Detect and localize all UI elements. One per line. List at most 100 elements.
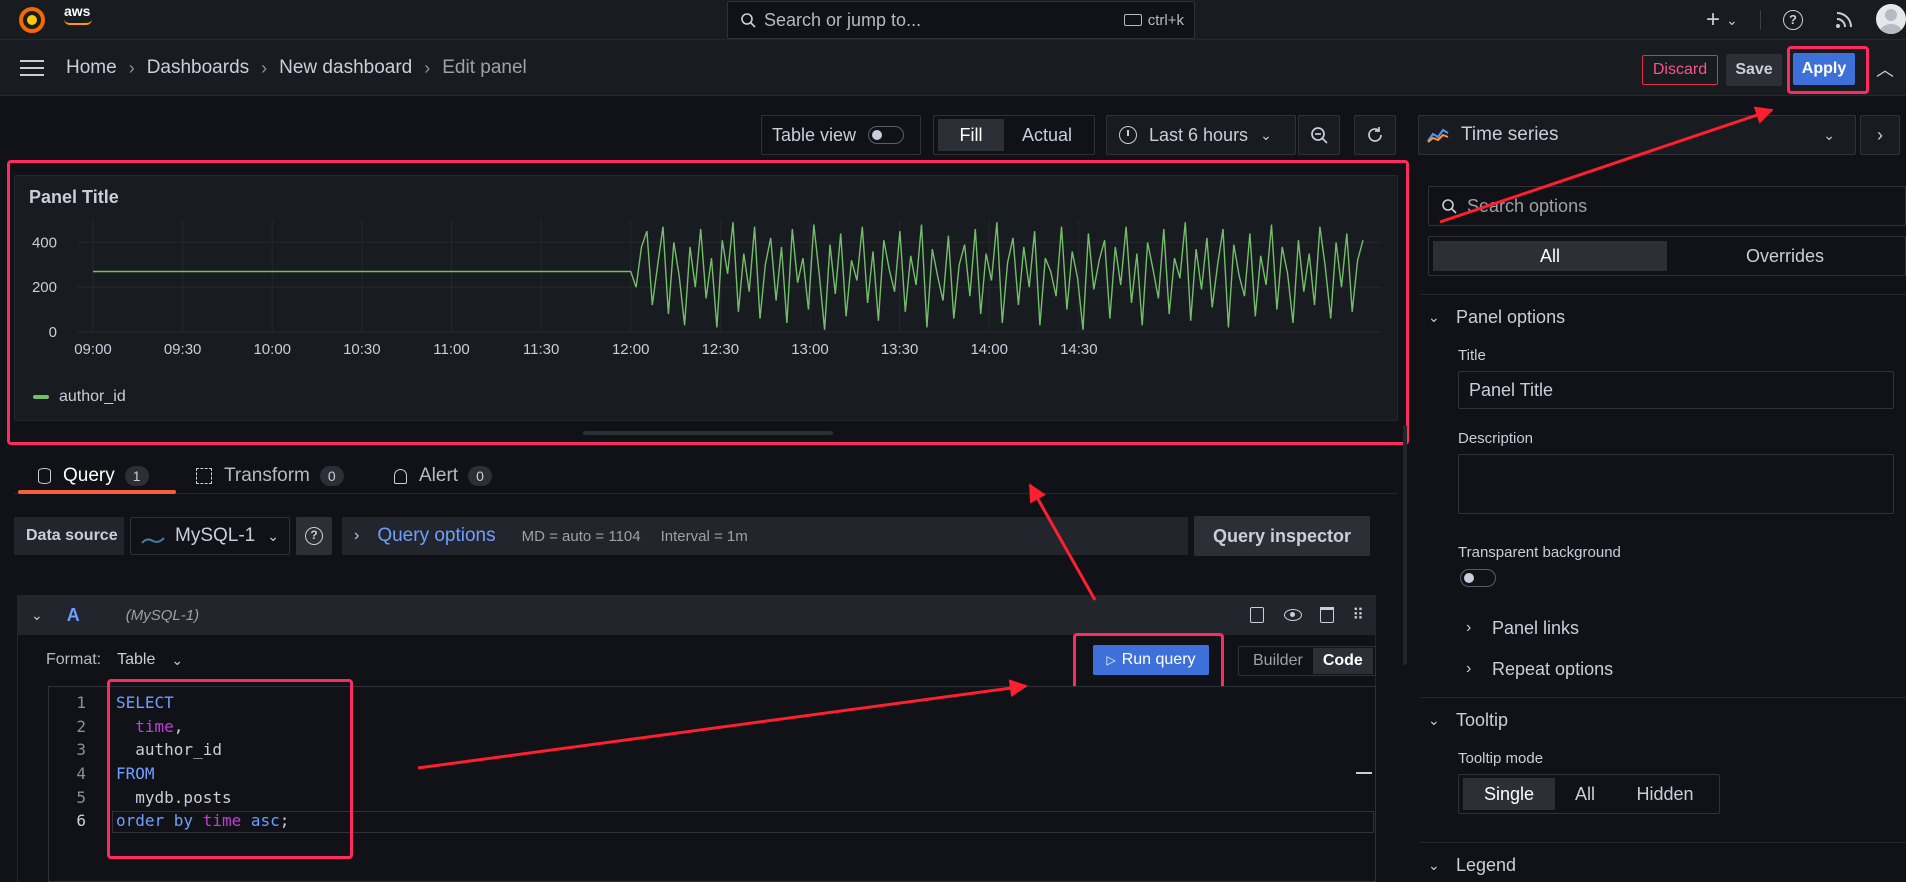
builder-mode-option[interactable]: Builder bbox=[1253, 652, 1303, 670]
title-input[interactable]: Panel Title bbox=[1458, 371, 1894, 409]
repeat-options-section[interactable]: › Repeat options bbox=[1466, 655, 1613, 683]
editor-mode-toggle: Builder Code bbox=[1238, 646, 1376, 676]
delete-query-icon[interactable] bbox=[1320, 607, 1335, 623]
breadcrumb-dashboards[interactable]: Dashboards bbox=[147, 57, 249, 79]
breadcrumb-new-dashboard[interactable]: New dashboard bbox=[279, 57, 412, 79]
tooltip-mode-all[interactable]: All bbox=[1555, 778, 1615, 810]
x-tick-label: 13:30 bbox=[881, 341, 919, 358]
legend-label: author_id bbox=[59, 388, 126, 405]
x-tick-label: 14:00 bbox=[970, 341, 1008, 358]
tooltip-section[interactable]: ⌄ Tooltip bbox=[1428, 705, 1508, 735]
query-inspector-button[interactable]: Query inspector bbox=[1194, 516, 1370, 556]
new-menu-button[interactable]: + ⌄ bbox=[1706, 6, 1738, 34]
refresh-icon bbox=[1366, 126, 1384, 144]
options-pane-divider bbox=[1403, 425, 1407, 665]
chevron-down-icon: ⌄ bbox=[1823, 126, 1835, 143]
menu-icon[interactable] bbox=[20, 60, 44, 76]
format-selector[interactable]: Format: Table ⌄ bbox=[46, 649, 183, 671]
run-query-button[interactable]: ▷ Run query bbox=[1093, 645, 1209, 675]
legend-item[interactable]: author_id bbox=[33, 388, 126, 406]
apply-button[interactable]: Apply bbox=[1793, 53, 1855, 85]
run-query-label: Run query bbox=[1121, 651, 1196, 668]
tooltip-mode-hidden[interactable]: Hidden bbox=[1615, 778, 1715, 810]
table-view-toggle[interactable]: Table view bbox=[761, 115, 921, 155]
chevron-down-icon: ⌄ bbox=[1726, 11, 1738, 28]
tab-query-count: 1 bbox=[124, 466, 149, 486]
time-series-chart[interactable]: 0 200 400 09:00 09:30 10:00 10:30 11:00 11:30 12:… bbox=[15, 216, 1397, 376]
panel-links-title: Panel links bbox=[1492, 617, 1580, 638]
table-view-label: Table view bbox=[772, 124, 857, 145]
chevron-right-icon: › bbox=[354, 527, 360, 544]
data-source-picker[interactable]: MySQL-1 ⌄ bbox=[130, 517, 290, 555]
drag-handle-icon[interactable]: ⠿ bbox=[1352, 605, 1364, 625]
keyboard-icon bbox=[1123, 14, 1142, 26]
tab-query-active-indicator bbox=[18, 490, 176, 494]
series-line-author-id bbox=[93, 222, 1364, 330]
tooltip-title: Tooltip bbox=[1456, 709, 1509, 730]
data-source-help-button[interactable]: ? bbox=[296, 517, 332, 555]
aws-smile-icon bbox=[64, 19, 92, 25]
tooltip-mode-single[interactable]: Single bbox=[1463, 778, 1555, 810]
transform-icon bbox=[196, 468, 212, 484]
panel-preview: Panel Title 0 200 400 09:00 09:30 10:00 10:30 1… bbox=[14, 175, 1398, 435]
breadcrumb-home[interactable]: Home bbox=[66, 57, 117, 79]
save-button[interactable]: Save bbox=[1726, 54, 1782, 86]
line-number: 4 bbox=[76, 764, 86, 784]
collapse-chevron-icon[interactable]: ︿ bbox=[1876, 56, 1894, 82]
search-placeholder: Search or jump to... bbox=[764, 9, 922, 30]
collapse-options-button[interactable]: › bbox=[1860, 115, 1900, 155]
visualization-picker[interactable]: Time series ⌄ bbox=[1418, 115, 1856, 155]
y-tick-label: 200 bbox=[32, 279, 57, 296]
collapse-chevron-icon[interactable]: ⌄ bbox=[31, 607, 43, 624]
tab-transform[interactable]: Transform 0 bbox=[196, 460, 344, 492]
fill-option[interactable]: Fill bbox=[938, 119, 1004, 151]
panel-title[interactable]: Panel Title bbox=[29, 187, 119, 208]
data-source-label: Data source bbox=[14, 517, 124, 555]
options-overrides-tab[interactable]: Overrides bbox=[1667, 241, 1903, 271]
line-number: 2 bbox=[76, 716, 86, 736]
panel-links-section[interactable]: › Panel links bbox=[1466, 614, 1579, 642]
help-icon[interactable]: ? bbox=[1783, 10, 1803, 30]
hide-query-icon[interactable] bbox=[1284, 609, 1303, 621]
zoom-out-button[interactable] bbox=[1298, 115, 1340, 155]
time-range-picker[interactable]: Last 6 hours ⌄ bbox=[1106, 115, 1296, 155]
x-tick-label: 10:30 bbox=[343, 341, 381, 358]
transparent-background-switch[interactable] bbox=[1460, 569, 1496, 587]
grafana-logo-icon[interactable] bbox=[18, 6, 46, 34]
actual-option[interactable]: Actual bbox=[1004, 119, 1090, 151]
table-view-switch[interactable] bbox=[868, 126, 905, 144]
x-tick-label: 09:30 bbox=[164, 341, 202, 358]
discard-button[interactable]: Discard bbox=[1642, 55, 1718, 85]
news-feed-icon[interactable] bbox=[1834, 10, 1854, 30]
tab-alert[interactable]: Alert 0 bbox=[394, 460, 492, 492]
chevron-down-icon: ⌄ bbox=[267, 527, 279, 544]
code-mode-option[interactable]: Code bbox=[1312, 648, 1373, 674]
breadcrumb: Home › Dashboards › New dashboard › Edit… bbox=[66, 40, 527, 96]
legend-swatch bbox=[33, 395, 49, 399]
user-avatar[interactable] bbox=[1876, 4, 1906, 34]
query-source: (MySQL-1) bbox=[125, 606, 200, 624]
line-number: 5 bbox=[76, 787, 86, 807]
format-label: Format: bbox=[46, 651, 102, 668]
search-bar[interactable]: Search or jump to... ctrl+k bbox=[727, 1, 1195, 39]
options-divider bbox=[1420, 842, 1906, 843]
query-options-bar[interactable]: › Query options MD = auto = 1104 Interva… bbox=[342, 517, 1188, 555]
tab-query[interactable]: Query 1 bbox=[38, 460, 149, 492]
resize-handle[interactable] bbox=[583, 431, 833, 435]
query-a-header[interactable]: ⌄ A (MySQL-1) ⠿ bbox=[17, 595, 1376, 635]
tooltip-mode-label: Tooltip mode bbox=[1458, 750, 1544, 767]
data-source-name: MySQL-1 bbox=[175, 525, 256, 546]
help-icon: ? bbox=[305, 527, 323, 545]
x-tick-label: 13:00 bbox=[791, 341, 829, 358]
options-all-tab[interactable]: All bbox=[1433, 241, 1667, 271]
legend-section[interactable]: ⌄ Legend bbox=[1428, 850, 1516, 880]
duplicate-query-icon[interactable] bbox=[1250, 607, 1265, 623]
y-tick-label: 400 bbox=[32, 234, 57, 251]
x-tick-label: 12:00 bbox=[612, 341, 650, 358]
panel-options-section[interactable]: ⌄ Panel options bbox=[1428, 302, 1565, 332]
chevron-right-icon: › bbox=[1466, 660, 1472, 677]
search-options-input[interactable]: Search options bbox=[1428, 186, 1906, 226]
search-shortcut: ctrl+k bbox=[1147, 11, 1184, 29]
refresh-button[interactable] bbox=[1354, 115, 1396, 155]
description-textarea[interactable] bbox=[1458, 454, 1894, 514]
